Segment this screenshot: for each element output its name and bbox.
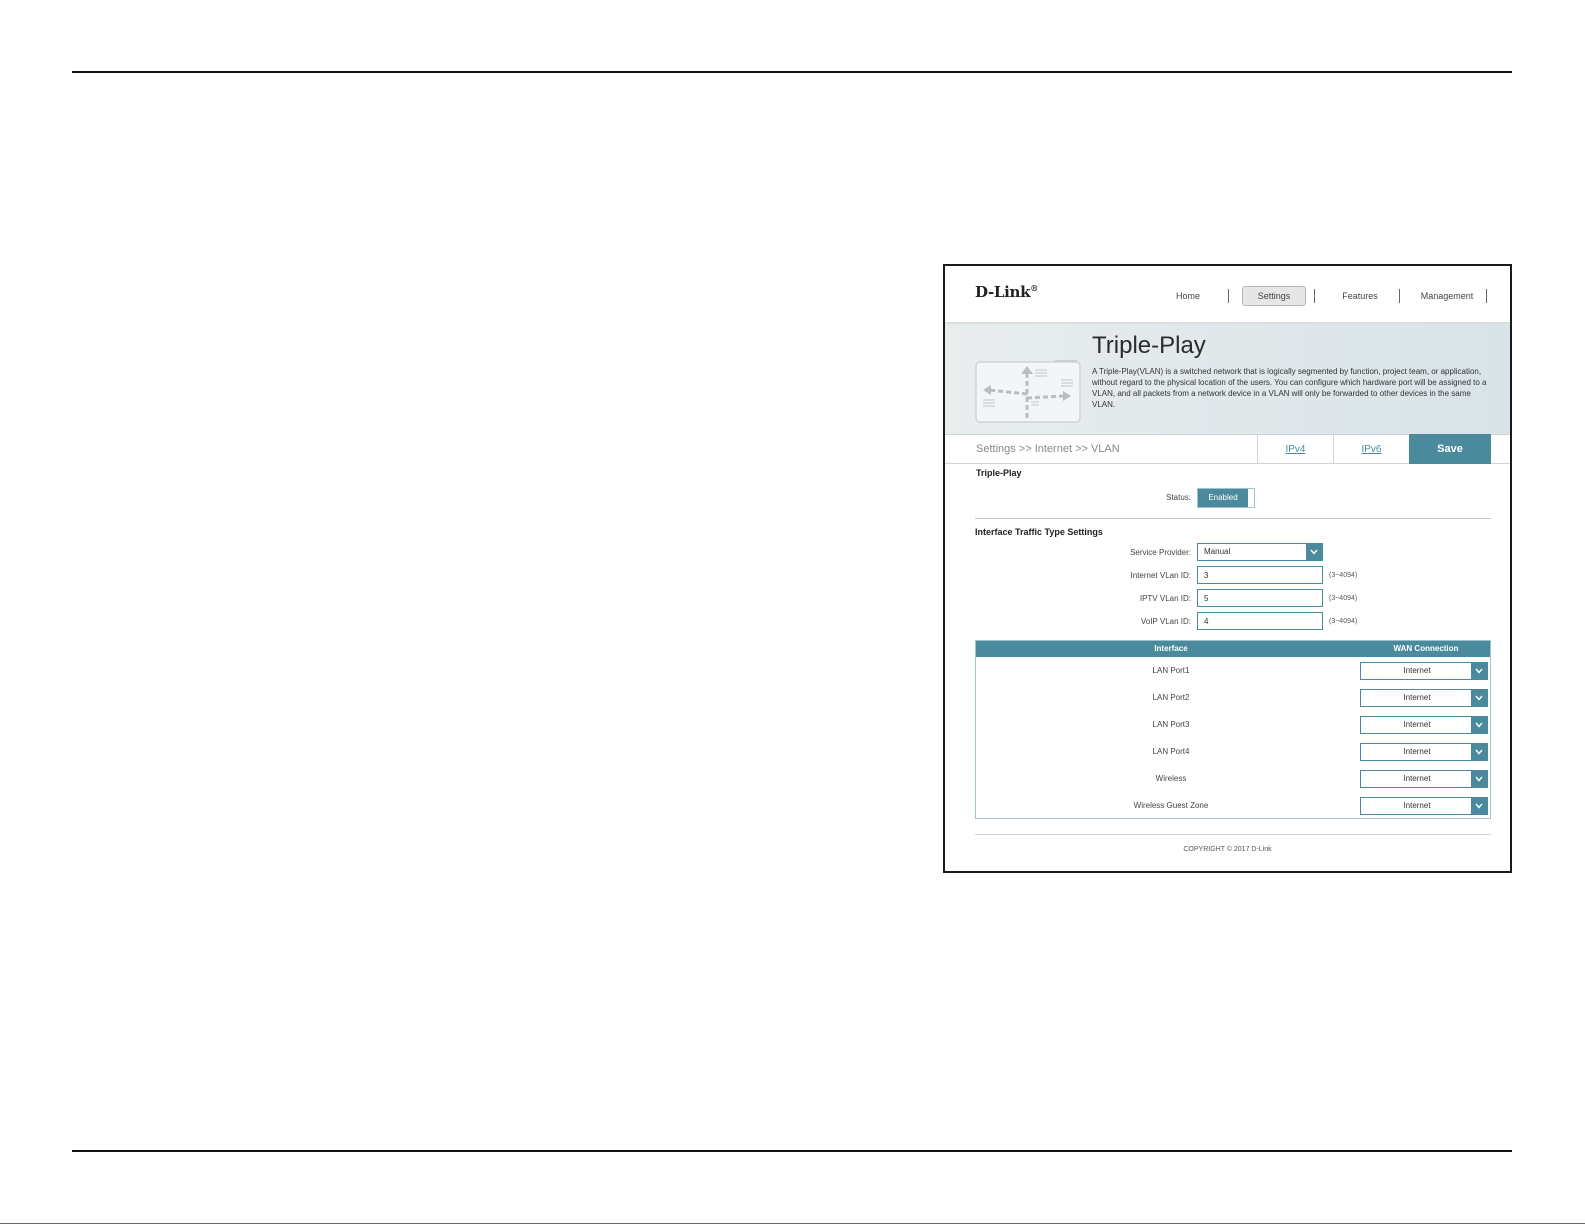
internet-vlan-label: Internet VLan ID: bbox=[1130, 571, 1191, 580]
service-provider-label: Service Provider: bbox=[1130, 548, 1191, 557]
interface-name: Wireless bbox=[1155, 774, 1187, 783]
wan-connection-value: Internet bbox=[1403, 774, 1431, 783]
wan-connection-select[interactable]: Internet bbox=[1360, 743, 1488, 761]
page-edge-rule bbox=[0, 1223, 1585, 1224]
interface-name: Wireless Guest Zone bbox=[1133, 801, 1209, 810]
router-screenshot: D-Link® Home Settings Features Managemen… bbox=[943, 264, 1512, 873]
section-title-triple-play: Triple-Play bbox=[976, 468, 1022, 478]
chevron-down-icon bbox=[1471, 663, 1487, 679]
voip-vlan-input[interactable] bbox=[1197, 612, 1323, 630]
table-header: Interface WAN Connection bbox=[976, 641, 1490, 657]
wan-connection-value: Internet bbox=[1403, 693, 1431, 702]
wan-connection-value: Internet bbox=[1403, 666, 1431, 675]
voip-vlan-label: VoIP VLan ID: bbox=[1140, 617, 1191, 626]
copyright-text: COPYRIGHT © 2017 D-Link bbox=[1183, 846, 1272, 853]
tab-ipv4[interactable]: IPv4 bbox=[1257, 435, 1333, 464]
section-title-traffic-settings: Interface Traffic Type Settings bbox=[975, 527, 1103, 537]
nav-separator bbox=[1314, 289, 1315, 303]
internet-vlan-input[interactable] bbox=[1197, 566, 1323, 584]
chevron-down-icon bbox=[1471, 744, 1487, 760]
logo-text: D-Link bbox=[975, 283, 1031, 301]
wan-connection-value: Internet bbox=[1403, 801, 1431, 810]
wan-connection-value: Internet bbox=[1403, 747, 1431, 756]
status-toggle[interactable]: Enabled bbox=[1197, 488, 1255, 508]
wan-connection-value: Internet bbox=[1403, 720, 1431, 729]
interface-name: LAN Port4 bbox=[1152, 747, 1190, 756]
table-row: Wireless Guest Zone Internet bbox=[976, 793, 1490, 820]
vlan-routing-icon bbox=[975, 360, 1081, 423]
iptv-vlan-range-hint: (3~4094) bbox=[1329, 595, 1358, 602]
nav-management[interactable]: Management bbox=[1407, 286, 1487, 306]
status-label: Status: bbox=[1166, 493, 1191, 502]
table-row: Wireless Internet bbox=[976, 766, 1490, 793]
chevron-down-icon bbox=[1471, 771, 1487, 787]
interface-table: Interface WAN Connection LAN Port1 Inter… bbox=[975, 640, 1491, 819]
nav-separator bbox=[1486, 289, 1487, 303]
service-provider-select[interactable]: Manual bbox=[1197, 543, 1323, 561]
status-toggle-value: Enabled bbox=[1198, 489, 1248, 507]
table-row: LAN Port1 Internet bbox=[976, 658, 1490, 685]
table-row: LAN Port4 Internet bbox=[976, 739, 1490, 766]
column-header-wan-connection: WAN Connection bbox=[1393, 644, 1459, 653]
internet-vlan-range-hint: (3~4094) bbox=[1329, 572, 1358, 579]
nav-settings[interactable]: Settings bbox=[1242, 286, 1306, 306]
voip-vlan-range-hint: (3~4094) bbox=[1329, 618, 1358, 625]
iptv-vlan-input[interactable] bbox=[1197, 589, 1323, 607]
chevron-down-icon bbox=[1471, 690, 1487, 706]
page-top-rule bbox=[72, 71, 1512, 73]
wan-connection-select[interactable]: Internet bbox=[1360, 689, 1488, 707]
chevron-down-icon bbox=[1471, 717, 1487, 733]
section-divider bbox=[975, 518, 1491, 519]
page-bottom-rule bbox=[72, 1150, 1512, 1152]
column-header-interface: Interface bbox=[1154, 644, 1188, 653]
tab-ipv6[interactable]: IPv6 bbox=[1333, 435, 1409, 464]
table-row: LAN Port2 Internet bbox=[976, 685, 1490, 712]
interface-name: LAN Port3 bbox=[1152, 720, 1190, 729]
service-provider-value: Manual bbox=[1204, 547, 1231, 556]
interface-name: LAN Port1 bbox=[1152, 666, 1190, 675]
footer-divider bbox=[975, 834, 1491, 835]
logo-registered-mark: ® bbox=[1030, 283, 1038, 293]
nav-home[interactable]: Home bbox=[1153, 286, 1223, 306]
wan-connection-select[interactable]: Internet bbox=[1360, 716, 1488, 734]
dlink-logo[interactable]: D-Link® bbox=[975, 283, 1038, 301]
chevron-down-icon bbox=[1306, 544, 1322, 560]
iptv-vlan-label: IPTV VLan ID: bbox=[1139, 594, 1191, 603]
nav-features[interactable]: Features bbox=[1325, 286, 1395, 306]
save-button[interactable]: Save bbox=[1409, 434, 1491, 464]
page-title: Triple-Play bbox=[1092, 332, 1206, 359]
wan-connection-select[interactable]: Internet bbox=[1360, 797, 1488, 815]
top-nav: D-Link® Home Settings Features Managemen… bbox=[945, 266, 1510, 325]
nav-separator bbox=[1228, 289, 1229, 303]
chevron-down-icon bbox=[1471, 798, 1487, 814]
wan-connection-select[interactable]: Internet bbox=[1360, 662, 1488, 680]
wan-connection-select[interactable]: Internet bbox=[1360, 770, 1488, 788]
page-description: A Triple-Play(VLAN) is a switched networ… bbox=[1092, 367, 1487, 409]
breadcrumb-bar: Settings >> Internet >> VLAN IPv4 IPv6 S… bbox=[945, 434, 1510, 464]
nav-separator bbox=[1399, 289, 1400, 303]
interface-name: LAN Port2 bbox=[1152, 693, 1190, 702]
breadcrumb: Settings >> Internet >> VLAN bbox=[976, 443, 1120, 455]
page-banner: Triple-Play A Triple-Play(VLAN) is a swi… bbox=[945, 324, 1510, 436]
table-row: LAN Port3 Internet bbox=[976, 712, 1490, 739]
